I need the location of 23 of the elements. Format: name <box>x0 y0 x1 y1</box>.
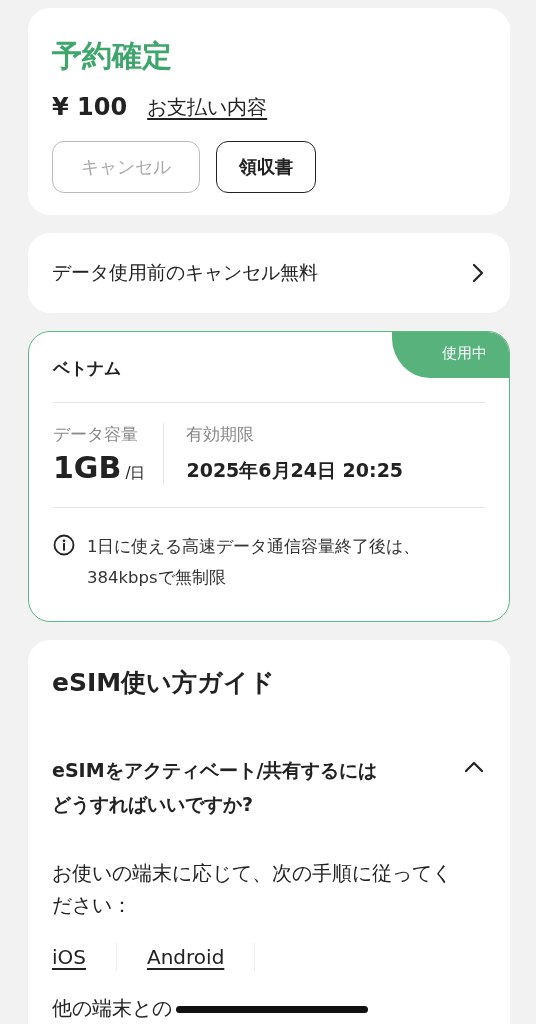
payment-details-link[interactable]: お支払い内容 <box>147 93 268 121</box>
guide-title: eSIM使い方ガイド <box>52 667 277 700</box>
receipt-button[interactable]: 領収書 <box>216 141 316 193</box>
share-heading: 他の端末との <box>52 995 172 1023</box>
platform-tab[interactable]: iOS <box>52 943 117 972</box>
instructions-text: お使いの端末に応じて、次の手順に従ってください： <box>52 860 453 920</box>
status-badge: 使用中 <box>392 332 509 378</box>
data-label: データ容量 <box>53 423 139 446</box>
chevron-up-icon[interactable] <box>464 761 484 774</box>
booking-status: 予約確定 <box>52 37 173 75</box>
expiry-label: 有効期限 <box>186 423 256 446</box>
country-name: ベトナム <box>53 357 121 380</box>
price: ¥ 100 <box>52 93 128 121</box>
faq-question[interactable]: eSIMをアクティベート/共有するにはどうすればいいですか? <box>52 753 392 822</box>
cancel-policy-label: データ使用前のキャンセル無料 <box>52 260 318 285</box>
speed-note: 1日に使える高速データ通信容量終了後は、384kbpsで無制限 <box>87 536 422 589</box>
data-amount: 1GB <box>53 450 122 485</box>
platform-tab[interactable]: Android <box>147 943 256 972</box>
data-unit: /日 <box>125 464 146 482</box>
cancel-policy-row[interactable]: データ使用前のキャンセル無料 <box>28 233 510 313</box>
expiry-date: 2025年6月24日 20:25 <box>186 458 404 483</box>
info-icon <box>53 534 75 556</box>
chevron-right-icon <box>472 263 484 283</box>
